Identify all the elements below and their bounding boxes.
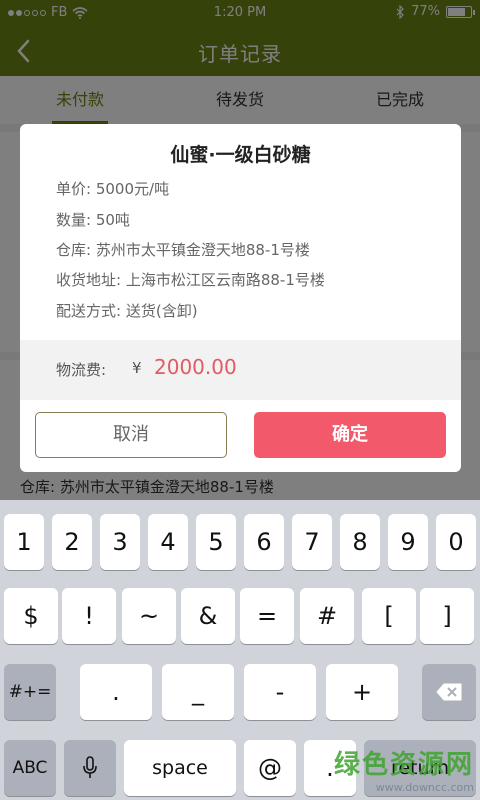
delete-key[interactable] [422,664,476,720]
key-7[interactable]: 7 [292,514,332,570]
key-exclamation[interactable]: ! [62,588,116,644]
warehouse-label: 仓库: [56,241,92,259]
delivery-method-row: 配送方式: 送货(含卸) [56,300,198,321]
unit-price-value: 5000元/吨 [95,180,170,198]
key-hash[interactable]: # [300,588,354,644]
unit-price-row: 单价: 5000元/吨 [56,178,169,199]
watermark-url: www.downcc.com [375,781,474,794]
key-2[interactable]: 2 [52,514,92,570]
watermark-logo: 绿色资源网 www.downcc.com [334,744,474,794]
key-ampersand[interactable]: & [181,588,235,644]
backspace-icon [436,683,462,701]
quantity-value: 50吨 [95,211,130,229]
delivery-method-label: 配送方式: [56,302,122,320]
watermark-text: 绿色资源网 [333,750,474,780]
key-period[interactable]: . [80,664,152,720]
currency-symbol: ¥ [132,359,142,377]
delivery-address-label: 收货地址: [56,271,122,289]
quantity-label: 数量: [56,211,92,229]
delivery-address-row: 收货地址: 上海市松江区云南路88-1号楼 [56,269,325,290]
cancel-button[interactable]: 取消 [35,412,227,458]
key-9[interactable]: 9 [388,514,428,570]
key-abc[interactable]: ABC [4,740,56,796]
key-0[interactable]: 0 [436,514,476,570]
unit-price-label: 单价: [56,180,92,198]
delivery-address-value: 上海市松江区云南路88-1号楼 [125,271,325,289]
key-equals[interactable]: = [240,588,294,644]
key-at[interactable]: @ [244,740,296,796]
numeric-keyboard: 1 2 3 4 5 6 7 8 9 0 $ ! ~ & = # [ ] #+= … [0,500,480,800]
key-plus[interactable]: + [326,664,398,720]
key-left-bracket[interactable]: [ [362,588,416,644]
key-dollar[interactable]: $ [4,588,58,644]
warehouse-value: 苏州市太平镇金澄天地88-1号楼 [95,241,310,259]
quantity-row: 数量: 50吨 [56,209,130,230]
key-3[interactable]: 3 [100,514,140,570]
delivery-method-value: 送货(含卸) [125,302,198,320]
logistics-fee-section: 物流费: ¥ 2000.00 [20,340,461,400]
key-minus[interactable]: - [244,664,316,720]
key-tilde[interactable]: ~ [122,588,176,644]
confirm-button[interactable]: 确定 [254,412,446,458]
key-right-bracket[interactable]: ] [420,588,474,644]
product-title: 仙蜜·一级白砂糖 [170,144,311,166]
key-4[interactable]: 4 [148,514,188,570]
space-key[interactable]: space [124,740,236,796]
key-6[interactable]: 6 [244,514,284,570]
key-8[interactable]: 8 [340,514,380,570]
key-1[interactable]: 1 [4,514,44,570]
microphone-icon [83,756,97,778]
order-confirm-dialog: 仙蜜·一级白砂糖 单价: 5000元/吨 数量: 50吨 仓库: 苏州市太平镇金… [20,124,461,472]
logistics-fee-label: 物流费: [56,361,107,379]
key-symbols-toggle[interactable]: #+= [4,664,56,720]
key-5[interactable]: 5 [196,514,236,570]
logistics-fee-input[interactable]: 2000.00 [154,355,237,379]
dictation-key[interactable] [64,740,116,796]
warehouse-row: 仓库: 苏州市太平镇金澄天地88-1号楼 [56,239,310,260]
key-underscore[interactable]: _ [162,664,234,720]
